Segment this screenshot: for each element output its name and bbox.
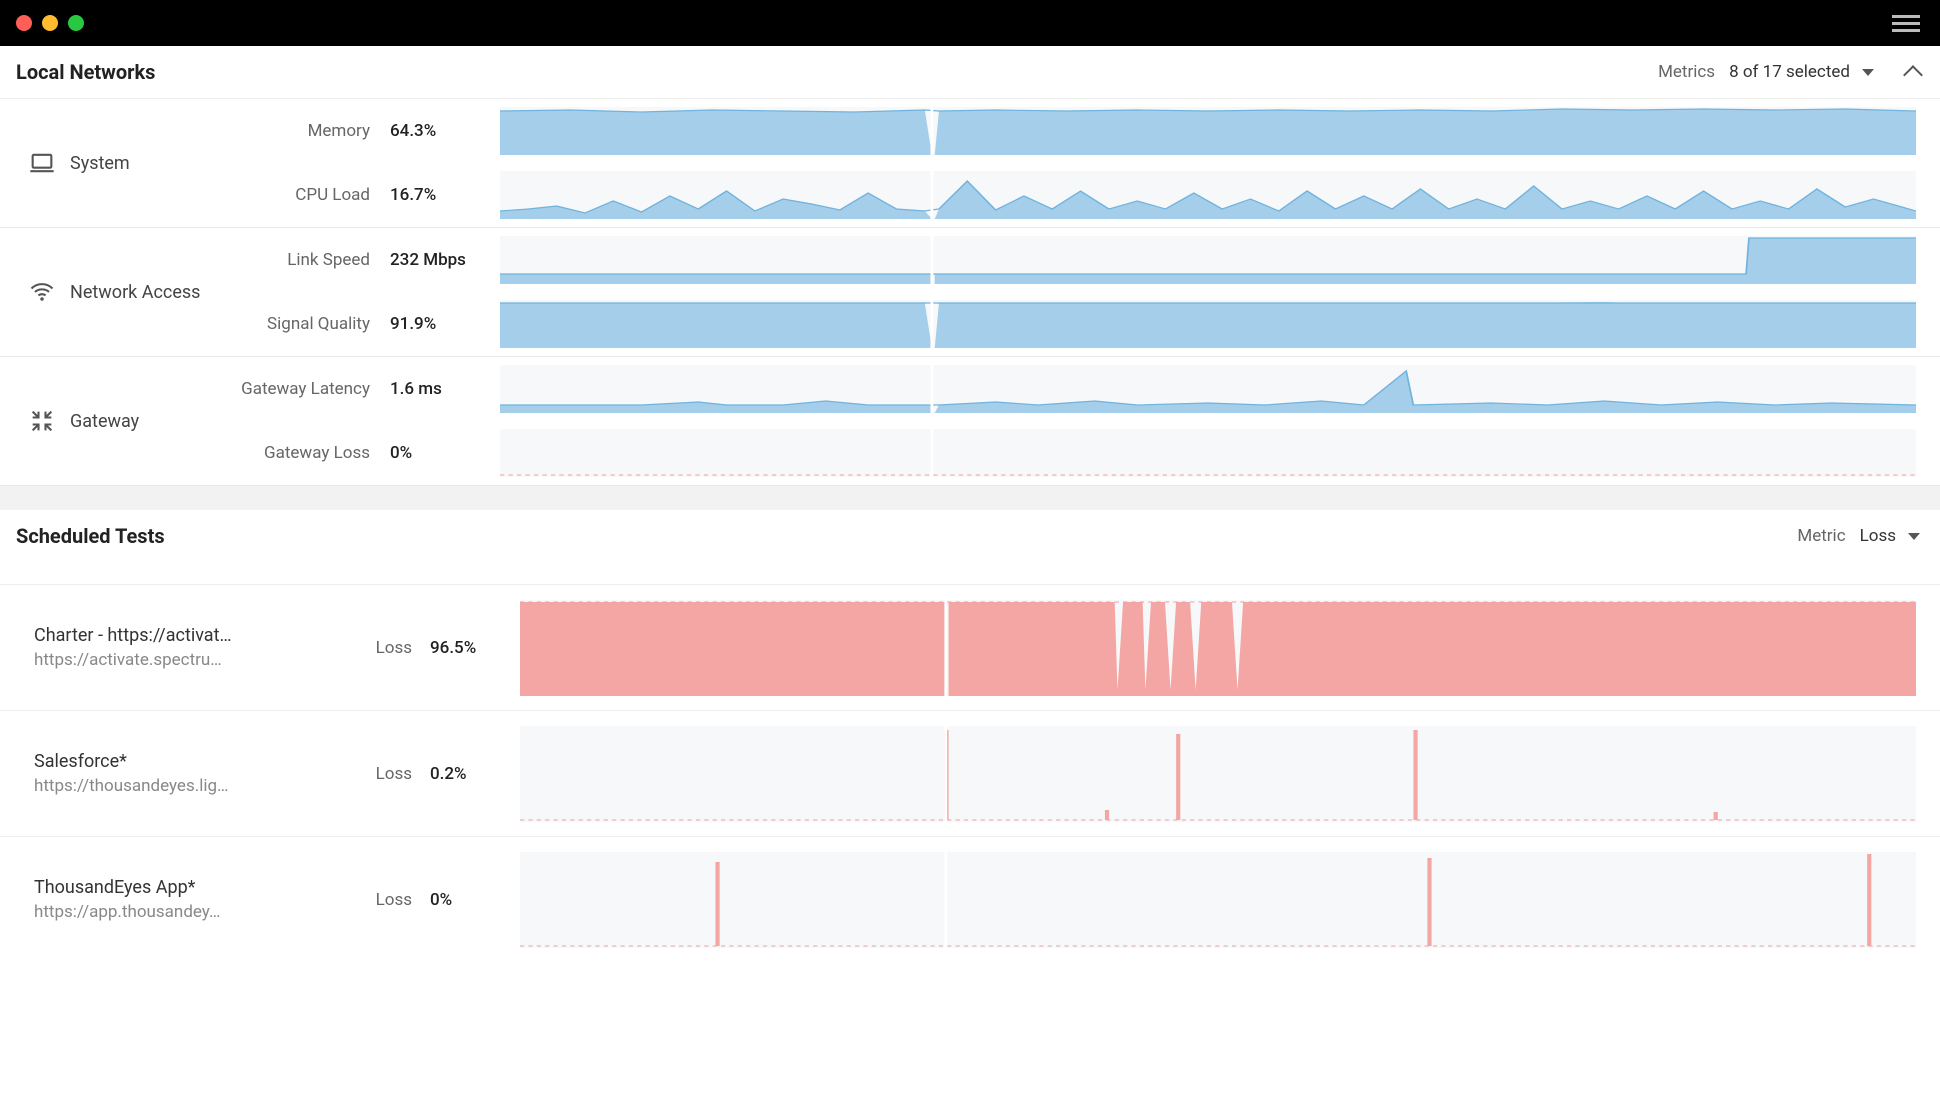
test-row-charter[interactable]: Charter - https://activat… https://activ…	[0, 584, 1940, 710]
scheduled-tests-header: Scheduled Tests Metric Loss	[0, 510, 1940, 562]
test-row-salesforce[interactable]: Salesforce* https://thousandeyes.lig… Lo…	[0, 710, 1940, 836]
test-metric-label: Loss	[350, 764, 430, 784]
metric-value: 91.9%	[390, 314, 500, 334]
test-name: Charter - https://activat…	[34, 625, 274, 646]
chart-memory[interactable]	[500, 99, 1916, 163]
laptop-icon	[28, 149, 56, 177]
metrics-selected-text: 8 of 17 selected	[1729, 62, 1850, 82]
metric-row-memory: Memory 64.3%	[240, 99, 500, 163]
metric-name: Gateway Loss	[240, 443, 390, 463]
test-metric-label: Loss	[350, 638, 430, 658]
test-metric-value: 96.5%	[430, 638, 520, 658]
metric-name: Signal Quality	[240, 314, 390, 334]
wifi-icon	[28, 278, 56, 306]
metric-dropdown[interactable]: Loss	[1860, 526, 1920, 546]
metric-row-link-speed: Link Speed 232 Mbps	[240, 228, 500, 292]
group-label-gateway: Gateway	[0, 357, 240, 485]
chart-cpu-load[interactable]	[500, 163, 1916, 227]
metric-value: 1.6 ms	[390, 379, 500, 399]
metric-group-gateway: Gateway Gateway Latency 1.6 ms Gateway L…	[0, 357, 1940, 486]
chart-test-charter[interactable]	[520, 600, 1940, 696]
metric-name: CPU Load	[240, 185, 390, 205]
test-url: https://activate.spectru…	[34, 650, 274, 670]
metric-value: 64.3%	[390, 121, 500, 141]
chart-link-speed[interactable]	[500, 228, 1916, 292]
test-name: Salesforce*	[34, 751, 274, 772]
metric-row-gateway-latency: Gateway Latency 1.6 ms	[240, 357, 500, 421]
test-metric-label: Loss	[350, 890, 430, 910]
test-url: https://app.thousandey…	[34, 902, 274, 922]
chart-test-salesforce[interactable]	[520, 726, 1940, 822]
close-window-button[interactable]	[16, 15, 32, 31]
section-divider	[0, 486, 1940, 510]
chart-test-thousandeyes-app[interactable]	[520, 852, 1940, 948]
metric-row-signal-quality: Signal Quality 91.9%	[240, 292, 500, 356]
metric-name: Link Speed	[240, 250, 390, 270]
window-controls	[16, 15, 84, 31]
metrics-dropdown[interactable]: 8 of 17 selected	[1729, 62, 1874, 82]
minimize-window-button[interactable]	[42, 15, 58, 31]
local-networks-header: Local Networks Metrics 8 of 17 selected	[0, 46, 1940, 99]
group-label-text: Gateway	[70, 411, 139, 432]
local-networks-title: Local Networks	[16, 60, 155, 84]
group-label-system: System	[0, 99, 240, 227]
metric-row-gateway-loss: Gateway Loss 0%	[240, 421, 500, 485]
collapse-icon	[28, 407, 56, 435]
metric-name: Gateway Latency	[240, 379, 390, 399]
metric-value: 16.7%	[390, 185, 500, 205]
hamburger-menu-button[interactable]	[1888, 11, 1924, 36]
test-row-thousandeyes-app[interactable]: ThousandEyes App* https://app.thousandey…	[0, 836, 1940, 962]
collapse-section-button[interactable]	[1903, 65, 1923, 85]
group-label-network-access: Network Access	[0, 228, 240, 356]
test-metric-value: 0%	[430, 890, 520, 910]
maximize-window-button[interactable]	[68, 15, 84, 31]
test-name: ThousandEyes App*	[34, 877, 274, 898]
test-url: https://thousandeyes.lig…	[34, 776, 274, 796]
metric-name: Memory	[240, 121, 390, 141]
metric-label: Metric	[1797, 526, 1845, 546]
chart-gateway-loss[interactable]	[500, 421, 1916, 485]
chart-signal-quality[interactable]	[500, 292, 1916, 356]
caret-down-icon	[1862, 69, 1874, 76]
metric-group-network-access: Network Access Link Speed 232 Mbps Signa…	[0, 228, 1940, 357]
window-titlebar	[0, 0, 1940, 46]
metric-value: 232 Mbps	[390, 250, 500, 270]
metric-row-cpu-load: CPU Load 16.7%	[240, 163, 500, 227]
group-label-text: Network Access	[70, 282, 200, 303]
metric-group-system: System Memory 64.3% CPU Load 16.7%	[0, 99, 1940, 228]
metric-selected-text: Loss	[1860, 526, 1896, 546]
scheduled-tests-title: Scheduled Tests	[16, 524, 165, 548]
metric-value: 0%	[390, 443, 500, 463]
caret-down-icon	[1908, 533, 1920, 540]
group-label-text: System	[70, 153, 130, 174]
chart-gateway-latency[interactable]	[500, 357, 1916, 421]
metrics-label: Metrics	[1658, 62, 1715, 82]
test-metric-value: 0.2%	[430, 764, 520, 784]
